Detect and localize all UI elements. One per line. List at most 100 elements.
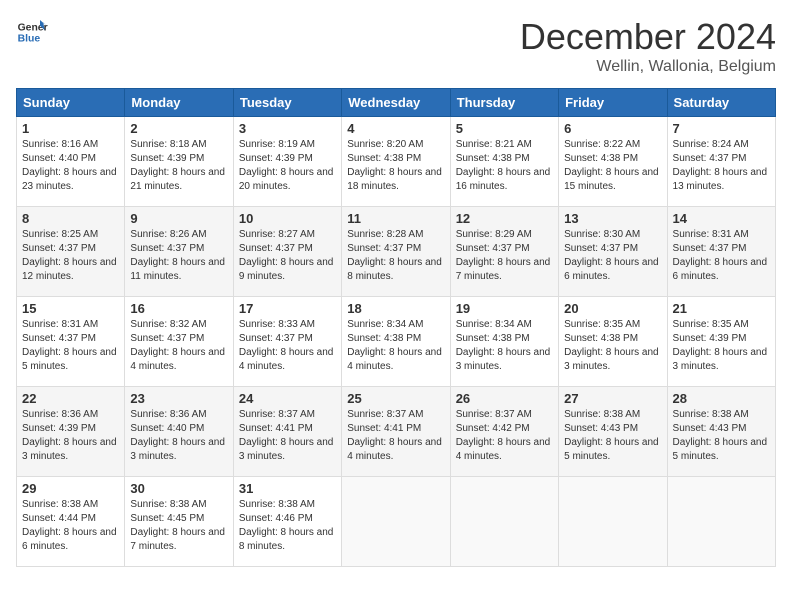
logo-icon: General Blue (16, 16, 48, 48)
calendar-cell: 2 Sunrise: 8:18 AMSunset: 4:39 PMDayligh… (125, 117, 233, 207)
calendar-cell (667, 477, 775, 567)
calendar-cell: 15 Sunrise: 8:31 AMSunset: 4:37 PMDaylig… (17, 297, 125, 387)
day-number: 30 (130, 481, 227, 496)
calendar-cell: 12 Sunrise: 8:29 AMSunset: 4:37 PMDaylig… (450, 207, 558, 297)
calendar-cell: 31 Sunrise: 8:38 AMSunset: 4:46 PMDaylig… (233, 477, 341, 567)
calendar-cell: 30 Sunrise: 8:38 AMSunset: 4:45 PMDaylig… (125, 477, 233, 567)
day-number: 1 (22, 121, 119, 136)
day-info: Sunrise: 8:26 AMSunset: 4:37 PMDaylight:… (130, 229, 225, 282)
day-info: Sunrise: 8:38 AMSunset: 4:44 PMDaylight:… (22, 499, 117, 552)
day-info: Sunrise: 8:35 AMSunset: 4:39 PMDaylight:… (673, 319, 768, 372)
day-number: 12 (456, 211, 553, 226)
day-number: 5 (456, 121, 553, 136)
day-number: 28 (673, 391, 770, 406)
day-number: 24 (239, 391, 336, 406)
day-info: Sunrise: 8:33 AMSunset: 4:37 PMDaylight:… (239, 319, 334, 372)
day-number: 16 (130, 301, 227, 316)
calendar-cell: 6 Sunrise: 8:22 AMSunset: 4:38 PMDayligh… (559, 117, 667, 207)
calendar-cell: 29 Sunrise: 8:38 AMSunset: 4:44 PMDaylig… (17, 477, 125, 567)
day-info: Sunrise: 8:34 AMSunset: 4:38 PMDaylight:… (456, 319, 551, 372)
day-number: 23 (130, 391, 227, 406)
day-number: 14 (673, 211, 770, 226)
calendar-cell: 27 Sunrise: 8:38 AMSunset: 4:43 PMDaylig… (559, 387, 667, 477)
day-info: Sunrise: 8:31 AMSunset: 4:37 PMDaylight:… (22, 319, 117, 372)
day-number: 9 (130, 211, 227, 226)
day-number: 6 (564, 121, 661, 136)
day-info: Sunrise: 8:37 AMSunset: 4:42 PMDaylight:… (456, 409, 551, 462)
day-info: Sunrise: 8:28 AMSunset: 4:37 PMDaylight:… (347, 229, 442, 282)
day-number: 18 (347, 301, 444, 316)
location: Wellin, Wallonia, Belgium (520, 58, 776, 76)
page-header: General Blue December 2024 Wellin, Wallo… (16, 16, 776, 76)
calendar-cell: 21 Sunrise: 8:35 AMSunset: 4:39 PMDaylig… (667, 297, 775, 387)
calendar-cell: 13 Sunrise: 8:30 AMSunset: 4:37 PMDaylig… (559, 207, 667, 297)
calendar-cell: 24 Sunrise: 8:37 AMSunset: 4:41 PMDaylig… (233, 387, 341, 477)
title-block: December 2024 Wellin, Wallonia, Belgium (520, 16, 776, 76)
day-info: Sunrise: 8:37 AMSunset: 4:41 PMDaylight:… (347, 409, 442, 462)
calendar-cell: 25 Sunrise: 8:37 AMSunset: 4:41 PMDaylig… (342, 387, 450, 477)
day-info: Sunrise: 8:19 AMSunset: 4:39 PMDaylight:… (239, 139, 334, 192)
day-info: Sunrise: 8:30 AMSunset: 4:37 PMDaylight:… (564, 229, 659, 282)
day-of-week-header: Monday (125, 89, 233, 117)
day-number: 27 (564, 391, 661, 406)
day-number: 29 (22, 481, 119, 496)
day-info: Sunrise: 8:18 AMSunset: 4:39 PMDaylight:… (130, 139, 225, 192)
calendar-cell: 23 Sunrise: 8:36 AMSunset: 4:40 PMDaylig… (125, 387, 233, 477)
day-info: Sunrise: 8:32 AMSunset: 4:37 PMDaylight:… (130, 319, 225, 372)
day-of-week-header: Sunday (17, 89, 125, 117)
day-info: Sunrise: 8:16 AMSunset: 4:40 PMDaylight:… (22, 139, 117, 192)
day-number: 21 (673, 301, 770, 316)
day-of-week-header: Wednesday (342, 89, 450, 117)
calendar-header-row: SundayMondayTuesdayWednesdayThursdayFrid… (17, 89, 776, 117)
calendar-week-row: 8 Sunrise: 8:25 AMSunset: 4:37 PMDayligh… (17, 207, 776, 297)
calendar-cell: 14 Sunrise: 8:31 AMSunset: 4:37 PMDaylig… (667, 207, 775, 297)
day-of-week-header: Friday (559, 89, 667, 117)
calendar-cell: 26 Sunrise: 8:37 AMSunset: 4:42 PMDaylig… (450, 387, 558, 477)
day-number: 19 (456, 301, 553, 316)
day-number: 8 (22, 211, 119, 226)
calendar-cell: 19 Sunrise: 8:34 AMSunset: 4:38 PMDaylig… (450, 297, 558, 387)
calendar-cell (450, 477, 558, 567)
day-of-week-header: Tuesday (233, 89, 341, 117)
day-number: 4 (347, 121, 444, 136)
day-info: Sunrise: 8:37 AMSunset: 4:41 PMDaylight:… (239, 409, 334, 462)
day-info: Sunrise: 8:38 AMSunset: 4:43 PMDaylight:… (673, 409, 768, 462)
day-number: 26 (456, 391, 553, 406)
calendar-cell (342, 477, 450, 567)
calendar-cell (559, 477, 667, 567)
calendar-cell: 5 Sunrise: 8:21 AMSunset: 4:38 PMDayligh… (450, 117, 558, 207)
calendar-cell: 28 Sunrise: 8:38 AMSunset: 4:43 PMDaylig… (667, 387, 775, 477)
calendar-cell: 7 Sunrise: 8:24 AMSunset: 4:37 PMDayligh… (667, 117, 775, 207)
calendar-cell: 8 Sunrise: 8:25 AMSunset: 4:37 PMDayligh… (17, 207, 125, 297)
day-info: Sunrise: 8:29 AMSunset: 4:37 PMDaylight:… (456, 229, 551, 282)
calendar-cell: 17 Sunrise: 8:33 AMSunset: 4:37 PMDaylig… (233, 297, 341, 387)
calendar-week-row: 22 Sunrise: 8:36 AMSunset: 4:39 PMDaylig… (17, 387, 776, 477)
day-number: 15 (22, 301, 119, 316)
day-number: 25 (347, 391, 444, 406)
day-info: Sunrise: 8:38 AMSunset: 4:46 PMDaylight:… (239, 499, 334, 552)
day-of-week-header: Saturday (667, 89, 775, 117)
day-info: Sunrise: 8:35 AMSunset: 4:38 PMDaylight:… (564, 319, 659, 372)
calendar-cell: 20 Sunrise: 8:35 AMSunset: 4:38 PMDaylig… (559, 297, 667, 387)
day-info: Sunrise: 8:27 AMSunset: 4:37 PMDaylight:… (239, 229, 334, 282)
day-info: Sunrise: 8:31 AMSunset: 4:37 PMDaylight:… (673, 229, 768, 282)
calendar-cell: 3 Sunrise: 8:19 AMSunset: 4:39 PMDayligh… (233, 117, 341, 207)
day-info: Sunrise: 8:22 AMSunset: 4:38 PMDaylight:… (564, 139, 659, 192)
day-number: 2 (130, 121, 227, 136)
day-info: Sunrise: 8:38 AMSunset: 4:43 PMDaylight:… (564, 409, 659, 462)
logo: General Blue (16, 16, 48, 48)
calendar-cell: 22 Sunrise: 8:36 AMSunset: 4:39 PMDaylig… (17, 387, 125, 477)
day-number: 20 (564, 301, 661, 316)
calendar-cell: 1 Sunrise: 8:16 AMSunset: 4:40 PMDayligh… (17, 117, 125, 207)
day-number: 3 (239, 121, 336, 136)
svg-text:Blue: Blue (18, 34, 41, 45)
day-info: Sunrise: 8:38 AMSunset: 4:45 PMDaylight:… (130, 499, 225, 552)
day-of-week-header: Thursday (450, 89, 558, 117)
day-number: 22 (22, 391, 119, 406)
day-info: Sunrise: 8:21 AMSunset: 4:38 PMDaylight:… (456, 139, 551, 192)
calendar-week-row: 15 Sunrise: 8:31 AMSunset: 4:37 PMDaylig… (17, 297, 776, 387)
calendar-cell: 16 Sunrise: 8:32 AMSunset: 4:37 PMDaylig… (125, 297, 233, 387)
calendar-cell: 18 Sunrise: 8:34 AMSunset: 4:38 PMDaylig… (342, 297, 450, 387)
month-title: December 2024 (520, 16, 776, 58)
day-info: Sunrise: 8:24 AMSunset: 4:37 PMDaylight:… (673, 139, 768, 192)
